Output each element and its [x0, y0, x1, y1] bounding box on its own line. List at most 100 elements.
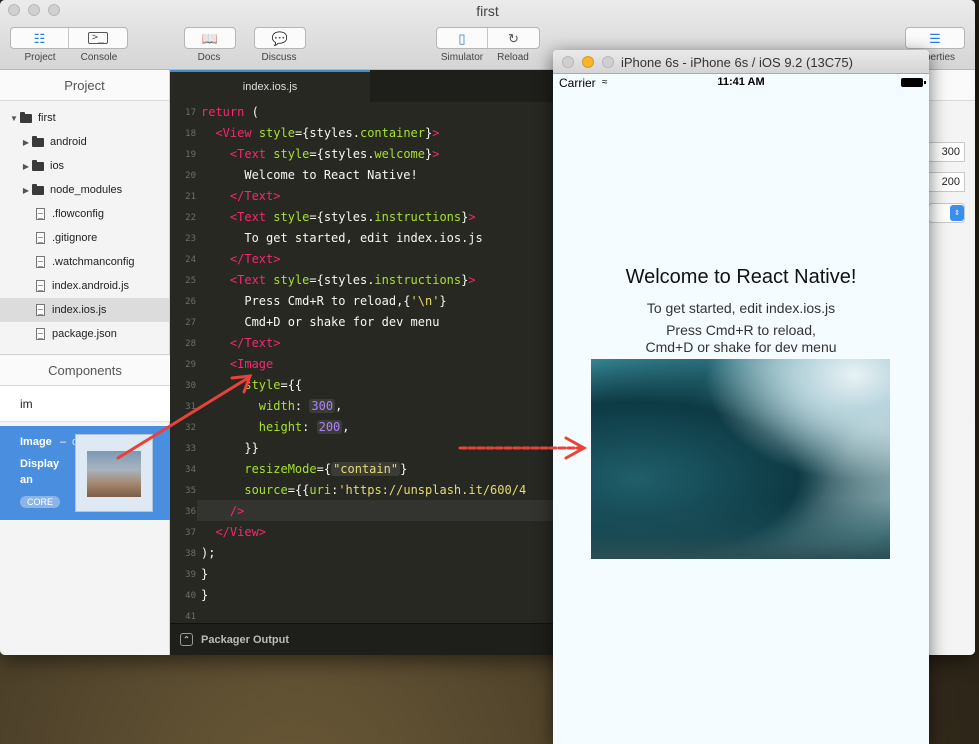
line-number: 23: [185, 234, 196, 244]
terminal-icon: >_: [87, 32, 109, 44]
line-number: 27: [185, 318, 196, 328]
simulator-window: iPhone 6s - iPhone 6s / iOS 9.2 (13C75) …: [553, 50, 929, 744]
disclosure-right-icon[interactable]: ▶: [20, 162, 32, 171]
tree-item-package-json[interactable]: package.json: [0, 322, 169, 346]
tab-index-ios[interactable]: index.ios.js: [170, 70, 370, 102]
disclosure-down-icon[interactable]: ▼: [8, 114, 20, 123]
close-simulator-button[interactable]: [562, 56, 574, 68]
line-number: 33: [185, 444, 196, 454]
code-line[interactable]: }: [201, 567, 208, 581]
component-thumbnail-image: [87, 451, 141, 497]
tree-item-label: android: [50, 136, 87, 148]
discuss-button[interactable]: 💬: [255, 28, 305, 48]
code-line[interactable]: <Text style={styles.instructions}>: [201, 210, 476, 224]
resize-mode-select[interactable]: ⇕: [928, 203, 965, 223]
code-line[interactable]: width: 300,: [201, 399, 342, 413]
code-line[interactable]: </Text>: [201, 189, 281, 203]
tree-item-label: index.ios.js: [52, 304, 107, 316]
tree-item-index-ios[interactable]: index.ios.js: [0, 298, 169, 322]
tree-item-label: ios: [50, 160, 65, 172]
code-line[interactable]: </View>: [201, 525, 266, 539]
reload-label: Reload: [497, 52, 529, 63]
code-line[interactable]: }: [201, 588, 208, 602]
discuss-group: 💬: [254, 27, 306, 49]
tree-item-label: .flowconfig: [52, 208, 104, 220]
code-line[interactable]: </Text>: [201, 252, 281, 266]
properties-group: ☰: [905, 27, 965, 49]
tree-item-watchmanconfig[interactable]: .watchmanconfig: [0, 250, 169, 274]
file-icon: [36, 280, 45, 292]
simulator-titlebar: iPhone 6s - iPhone 6s / iOS 9.2 (13C75): [553, 50, 929, 74]
file-icon: [36, 208, 45, 220]
project-panel-header: Project: [0, 70, 169, 101]
line-number: 31: [185, 402, 196, 412]
code-line[interactable]: Press Cmd+R to reload,{'\n'}: [201, 294, 446, 308]
line-number: 17: [185, 108, 196, 118]
line-number: 41: [185, 612, 196, 622]
code-line[interactable]: <Text style={styles.instructions}>: [201, 273, 476, 287]
console-button[interactable]: >_: [69, 28, 127, 48]
minimize-simulator-button[interactable]: [582, 56, 594, 68]
chevron-up-icon[interactable]: ⌃: [180, 633, 193, 646]
code-line[interactable]: <Text style={styles.welcome}>: [201, 147, 440, 161]
docs-button[interactable]: 📖: [185, 28, 235, 48]
packager-output-bar[interactable]: ⌃ Packager Output: [170, 623, 553, 655]
code-line[interactable]: height: 200,: [201, 420, 350, 434]
ios-status-bar: Carrier ≈ 11:41 AM: [553, 74, 929, 92]
line-number: 38: [185, 549, 196, 559]
battery-icon: [901, 78, 926, 87]
project-sidebar: Project ▼ first ▶ android ▶ ios ▶ node_m…: [0, 70, 183, 655]
code-line[interactable]: return (: [201, 105, 259, 119]
line-number: 19: [185, 150, 196, 160]
tree-item-label: node_modules: [50, 184, 123, 196]
line-number: 36: [185, 507, 196, 517]
line-number: 22: [185, 213, 196, 223]
tree-item-ios[interactable]: ▶ ios: [0, 154, 169, 178]
code-line[interactable]: );: [201, 546, 215, 560]
properties-button[interactable]: ☰: [906, 28, 964, 48]
code-line[interactable]: <View style={styles.container}>: [201, 126, 439, 140]
welcome-text: Welcome to React Native!: [625, 266, 857, 288]
project-button[interactable]: ☷: [11, 28, 69, 48]
simulator-button[interactable]: ▯: [437, 28, 488, 48]
code-line[interactable]: source={{uri:'https://unsplash.it/600/4: [201, 483, 526, 497]
component-search-input[interactable]: [20, 396, 175, 411]
tree-item-index-android[interactable]: index.android.js: [0, 274, 169, 298]
code-line[interactable]: <Image: [201, 357, 273, 371]
reload-button[interactable]: ↻: [488, 28, 539, 48]
tree-item-android[interactable]: ▶ android: [0, 130, 169, 154]
tree-item-label: first: [38, 112, 56, 124]
code-line[interactable]: resizeMode={"contain"}: [201, 462, 407, 476]
component-description: Display an: [20, 458, 60, 486]
component-name: Image: [20, 436, 52, 448]
width-field[interactable]: 300: [928, 142, 965, 162]
code-line[interactable]: style={{: [201, 378, 302, 392]
code-line[interactable]: Welcome to React Native!: [201, 168, 417, 182]
height-field[interactable]: 200: [928, 172, 965, 192]
folder-icon: [32, 135, 44, 147]
component-thumbnail: [75, 434, 153, 512]
code-line[interactable]: }}: [201, 441, 258, 455]
code-line[interactable]: Cmd+D or shake for dev menu: [201, 315, 439, 329]
code-line[interactable]: />: [201, 504, 244, 518]
code-line[interactable]: To get started, edit index.ios.js: [201, 231, 482, 245]
zoom-simulator-button[interactable]: [602, 56, 614, 68]
line-number: 34: [185, 465, 196, 475]
tree-item-flowconfig[interactable]: .flowconfig: [0, 202, 169, 226]
disclosure-right-icon[interactable]: ▶: [20, 186, 32, 195]
components-panel: Components ✕: [0, 354, 183, 422]
sliders-icon: ☰: [929, 30, 941, 46]
instructions-text: Press Cmd+R to reload,: [666, 322, 816, 338]
component-card-image[interactable]: Image – deco Display an CORE: [0, 426, 170, 520]
folder-icon: [32, 159, 44, 171]
disclosure-right-icon[interactable]: ▶: [20, 138, 32, 147]
components-panel-header: Components: [0, 354, 170, 386]
tree-item-first[interactable]: ▼ first: [0, 106, 169, 130]
chat-bubble-icon: 💬: [271, 30, 289, 46]
tree-item-node-modules[interactable]: ▶ node_modules: [0, 178, 169, 202]
tree-item-gitignore[interactable]: .gitignore: [0, 226, 169, 250]
code-line[interactable]: </Text>: [201, 336, 281, 350]
tree-item-label: package.json: [52, 328, 117, 340]
line-number: 21: [185, 192, 196, 202]
line-number: 25: [185, 276, 196, 286]
